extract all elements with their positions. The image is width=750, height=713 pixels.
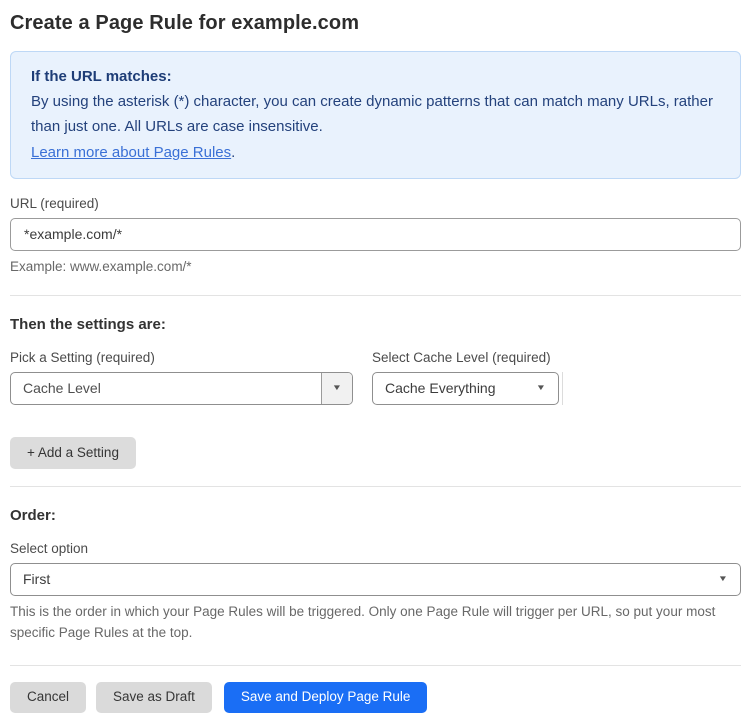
setting-select-group: Pick a Setting (required) Cache Level ▼ [10,333,353,405]
order-select-arrow: ▼ [717,574,740,584]
setting-select-value: Cache Level [23,380,101,397]
divider [10,664,741,666]
order-select-label: Select option [10,540,89,556]
info-box-body: By using the asterisk (*) character, you… [31,93,713,136]
add-setting-button[interactable]: + Add a Setting [10,436,136,469]
order-helper-text: This is the order in which your Page Rul… [10,603,716,640]
url-field-label: URL (required) [10,195,99,211]
cache-level-select-label: Select Cache Level (required) [372,349,551,365]
setting-select[interactable]: Cache Level ▼ [10,371,353,405]
cache-level-select-arrow: ▼ [535,383,558,393]
learn-more-link[interactable]: Learn more about Page Rules [31,144,231,161]
setting-select-label: Pick a Setting (required) [10,349,155,365]
settings-row: Pick a Setting (required) Cache Level ▼ … [10,333,741,405]
link-suffix: . [231,143,236,161]
divider [10,485,741,487]
save-as-draft-button[interactable]: Save as Draft [96,681,212,713]
info-box-link-line: Learn more about Page Rules. [31,140,720,165]
save-and-deploy-button[interactable]: Save and Deploy Page Rule [223,681,428,713]
url-input[interactable] [10,217,741,251]
cache-level-select[interactable]: Cache Everything ▼ [372,371,559,405]
setting-select-arrow-button[interactable]: ▼ [321,372,352,404]
order-section-heading: Order: [10,506,56,524]
cache-level-select-wrap: Cache Everything ▼ [372,371,563,405]
cache-level-select-group: Select Cache Level (required) Cache Ever… [372,333,563,405]
order-select[interactable]: First ▼ [10,562,741,596]
cancel-button[interactable]: Cancel [10,681,87,713]
page-title: Create a Page Rule for example.com [10,12,360,34]
url-match-info-box: If the URL matches: By using the asteris… [10,51,741,179]
vertical-divider [562,371,563,405]
info-box-heading: If the URL matches: [31,68,172,85]
url-field-helper: Example: www.example.com/* [10,258,192,274]
chevron-down-icon: ▼ [331,383,343,393]
form-actions: Cancel Save as Draft Save and Deploy Pag… [10,681,741,713]
divider [10,294,741,296]
chevron-down-icon: ▼ [535,383,547,393]
order-select-value: First [23,571,51,588]
cache-level-select-value: Cache Everything [385,380,496,397]
settings-section-heading: Then the settings are: [10,315,166,333]
chevron-down-icon: ▼ [717,574,729,584]
